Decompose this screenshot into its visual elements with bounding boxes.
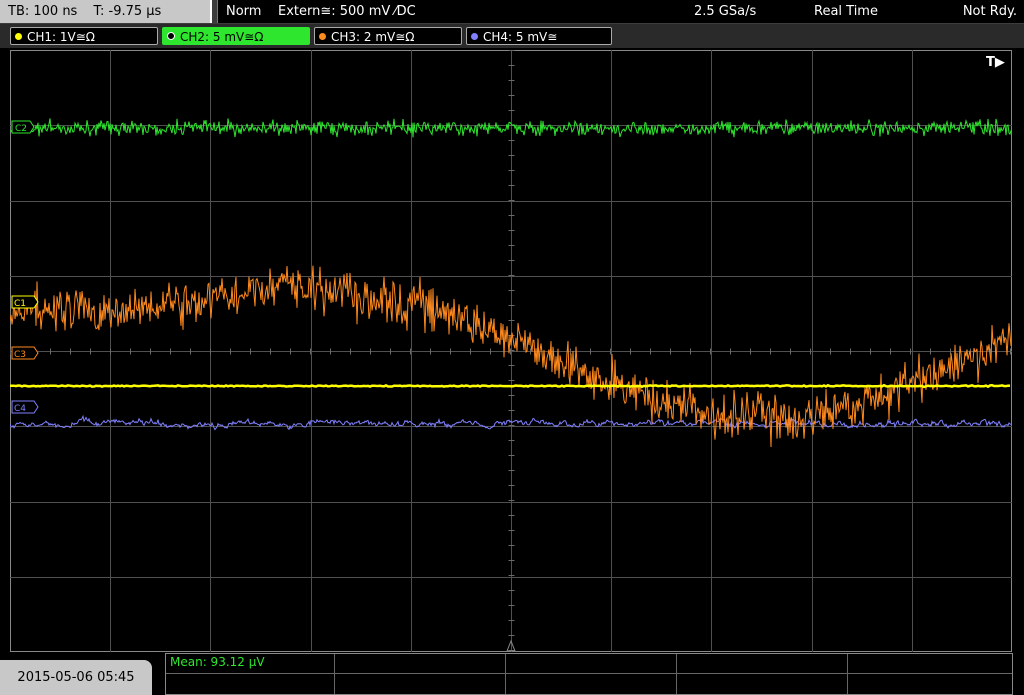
date-time-display: 2015-05-06 05:45 <box>0 660 152 695</box>
channel-4-marker-label: C4 <box>14 404 26 414</box>
waveform-display[interactable]: C2 C1 C3 C4 T▶ <box>10 50 1012 652</box>
timebase-panel[interactable]: TB: 100 ns T: -9.75 µs <box>0 0 212 23</box>
channel-bar: CH1: 1V≅Ω CH2: 5 mV≅Ω CH3: 2 mV≅Ω CH4: 5… <box>0 24 1024 48</box>
channel-2-label: CH2: 5 mV≅Ω <box>180 30 264 44</box>
channel-2-marker[interactable]: C2 <box>11 120 35 134</box>
channel-2-marker-label: C2 <box>15 124 27 134</box>
measurement-panel[interactable]: Mean: 93.12 µV <box>165 653 1013 695</box>
channel-2-button[interactable]: CH2: 5 mV≅Ω <box>162 27 310 45</box>
channel-3-dot-icon <box>319 33 326 40</box>
measurement-cell-4 <box>677 654 848 694</box>
channel-2-dot-icon <box>167 32 175 40</box>
channel-3-marker[interactable]: C3 <box>11 346 39 360</box>
trigger-mode-label: Norm <box>226 4 262 19</box>
channel-1-label: CH1: 1V≅Ω <box>27 30 95 44</box>
channel-1-dot-icon <box>15 33 22 40</box>
sample-rate-label: 2.5 GSa/s <box>694 4 757 19</box>
channel-3-button[interactable]: CH3: 2 mV≅Ω <box>314 27 462 45</box>
trigger-position-label: T: -9.75 µs <box>93 4 162 19</box>
channel-4-button[interactable]: CH4: 5 mV≅ <box>466 27 612 45</box>
status-bar: TB: 100 ns T: -9.75 µs Norm Extern≅: 500… <box>0 0 1024 24</box>
channel-4-label: CH4: 5 mV≅ <box>483 30 558 44</box>
timebase-label: TB: 100 ns <box>8 4 78 19</box>
channel-3-marker-label: C3 <box>14 350 26 360</box>
acquisition-mode-label: Real Time <box>814 4 878 19</box>
trigger-source-label: Extern≅: 500 mV ⁄DC <box>278 4 416 19</box>
mean-measurement: Mean: 93.12 µV <box>170 655 265 669</box>
measurement-cell-3 <box>506 654 677 694</box>
channel-3-label: CH3: 2 mV≅Ω <box>331 30 415 44</box>
channel-1-button[interactable]: CH1: 1V≅Ω <box>10 27 158 45</box>
channel-1-waveform <box>10 383 1011 389</box>
acquisition-status-label: Not Rdy. <box>962 4 1017 19</box>
channel-4-marker[interactable]: C4 <box>11 400 39 414</box>
channel-1-marker[interactable]: C1 <box>11 295 39 309</box>
channel-4-dot-icon <box>471 33 478 40</box>
trigger-panel[interactable]: Norm Extern≅: 500 mV ⁄DC 2.5 GSa/s Real … <box>217 0 1024 23</box>
measurement-cell-2 <box>335 654 506 694</box>
trigger-time-marker[interactable]: T▶ <box>986 55 1005 70</box>
channel-1-marker-label: C1 <box>14 299 26 309</box>
